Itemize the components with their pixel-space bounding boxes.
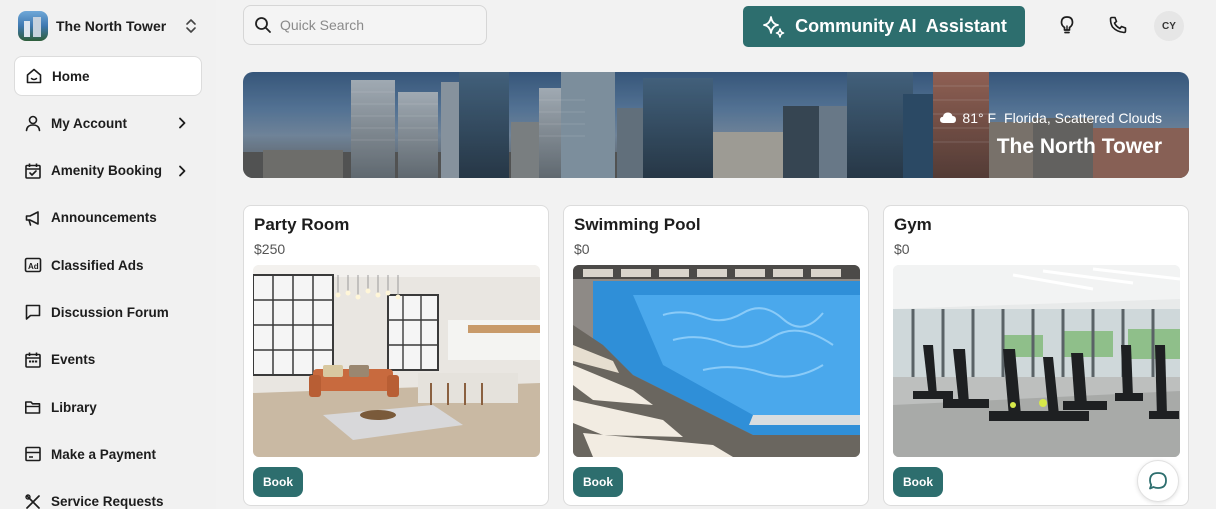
sidebar-item-service-requests[interactable]: Service Requests <box>14 482 202 509</box>
sidebar-item-label: Library <box>51 399 97 415</box>
sidebar-item-my-account[interactable]: My Account <box>14 103 202 143</box>
amenity-card-gym: Gym $0 Book <box>883 205 1189 506</box>
temperature: 81° F <box>962 110 997 126</box>
lightbulb-icon[interactable] <box>1052 10 1082 40</box>
payment-icon <box>24 445 42 463</box>
sidebar-nav: Home My Account Amenity Booking Announce… <box>14 56 202 509</box>
phone-icon[interactable] <box>1103 10 1133 40</box>
chat-fab-button[interactable] <box>1137 460 1179 502</box>
svg-text:Ad: Ad <box>28 262 39 271</box>
megaphone-icon <box>24 209 42 227</box>
swimming-pool-photo <box>573 265 860 457</box>
property-switcher[interactable]: The North Tower <box>18 10 198 42</box>
sidebar-item-label: Service Requests <box>51 494 164 509</box>
sidebar-item-label: My Account <box>51 115 128 131</box>
user-avatar[interactable]: CY <box>1154 11 1184 41</box>
weather-location: Florida, Scattered Clouds <box>1004 110 1162 126</box>
book-button[interactable]: Book <box>893 467 943 497</box>
chat-square-icon <box>24 303 42 321</box>
amenity-card-swimming-pool: Swimming Pool $0 Book <box>563 205 869 506</box>
community-ai-assistant-button[interactable]: Community AI Assistant <box>743 6 1025 47</box>
folder-icon <box>24 398 42 416</box>
amenity-price: $0 <box>574 241 590 257</box>
amenity-price: $0 <box>894 241 910 257</box>
ai-button-label: Community AI Assistant <box>795 16 1007 36</box>
gym-photo <box>893 265 1180 457</box>
user-icon <box>24 114 42 132</box>
sidebar-item-label: Announcements <box>51 210 157 226</box>
sidebar-item-events[interactable]: Events <box>14 340 202 380</box>
sidebar-item-label: Make a Payment <box>51 446 157 462</box>
cloud-icon <box>939 111 957 125</box>
chat-bubble-icon <box>1147 470 1169 492</box>
sidebar: The North Tower Home My Account Amenity … <box>0 0 216 509</box>
search-icon <box>254 16 272 34</box>
sidebar-item-make-a-payment[interactable]: Make a Payment <box>14 434 202 474</box>
calendar-icon <box>24 351 42 369</box>
property-name: The North Tower <box>56 18 167 34</box>
sidebar-item-label: Classified Ads <box>51 257 144 273</box>
sidebar-item-label: Home <box>52 68 90 84</box>
sidebar-item-library[interactable]: Library <box>14 387 202 427</box>
sidebar-item-discussion-forum[interactable]: Discussion Forum <box>14 292 202 332</box>
chevron-up-down-icon[interactable] <box>184 18 198 34</box>
building-logo <box>18 11 48 41</box>
amenity-title: Party Room <box>254 215 350 234</box>
sparkle-icon <box>761 14 787 40</box>
calendar-check-icon <box>24 162 42 180</box>
amenity-price: $250 <box>254 241 286 257</box>
sidebar-item-classified-ads[interactable]: Ad Classified Ads <box>14 245 202 285</box>
quick-search[interactable] <box>243 5 487 45</box>
sidebar-item-label: Amenity Booking <box>51 163 163 179</box>
hero-banner: 81° F Florida, Scattered Clouds The Nort… <box>243 72 1189 178</box>
sidebar-item-announcements[interactable]: Announcements <box>14 198 202 238</box>
tools-icon <box>24 493 42 509</box>
amenity-title: Gym <box>894 215 932 234</box>
sidebar-item-label: Events <box>51 352 96 368</box>
sidebar-item-label: Discussion Forum <box>51 304 169 320</box>
chevron-right-icon <box>174 163 190 179</box>
amenity-card-party-room: Party Room $250 Book <box>243 205 549 506</box>
book-button[interactable]: Book <box>253 467 303 497</box>
search-input[interactable] <box>280 17 470 33</box>
hero-title: The North Tower <box>996 135 1162 158</box>
amenity-title: Swimming Pool <box>574 215 701 234</box>
chevron-right-icon <box>174 115 190 131</box>
sidebar-item-amenity-booking[interactable]: Amenity Booking <box>14 151 202 191</box>
book-button[interactable]: Book <box>573 467 623 497</box>
home-icon <box>25 67 43 85</box>
weather-info: 81° F Florida, Scattered Clouds <box>939 110 1162 126</box>
ad-icon: Ad <box>24 256 42 274</box>
party-room-photo <box>253 265 540 457</box>
sidebar-item-home[interactable]: Home <box>14 56 202 96</box>
